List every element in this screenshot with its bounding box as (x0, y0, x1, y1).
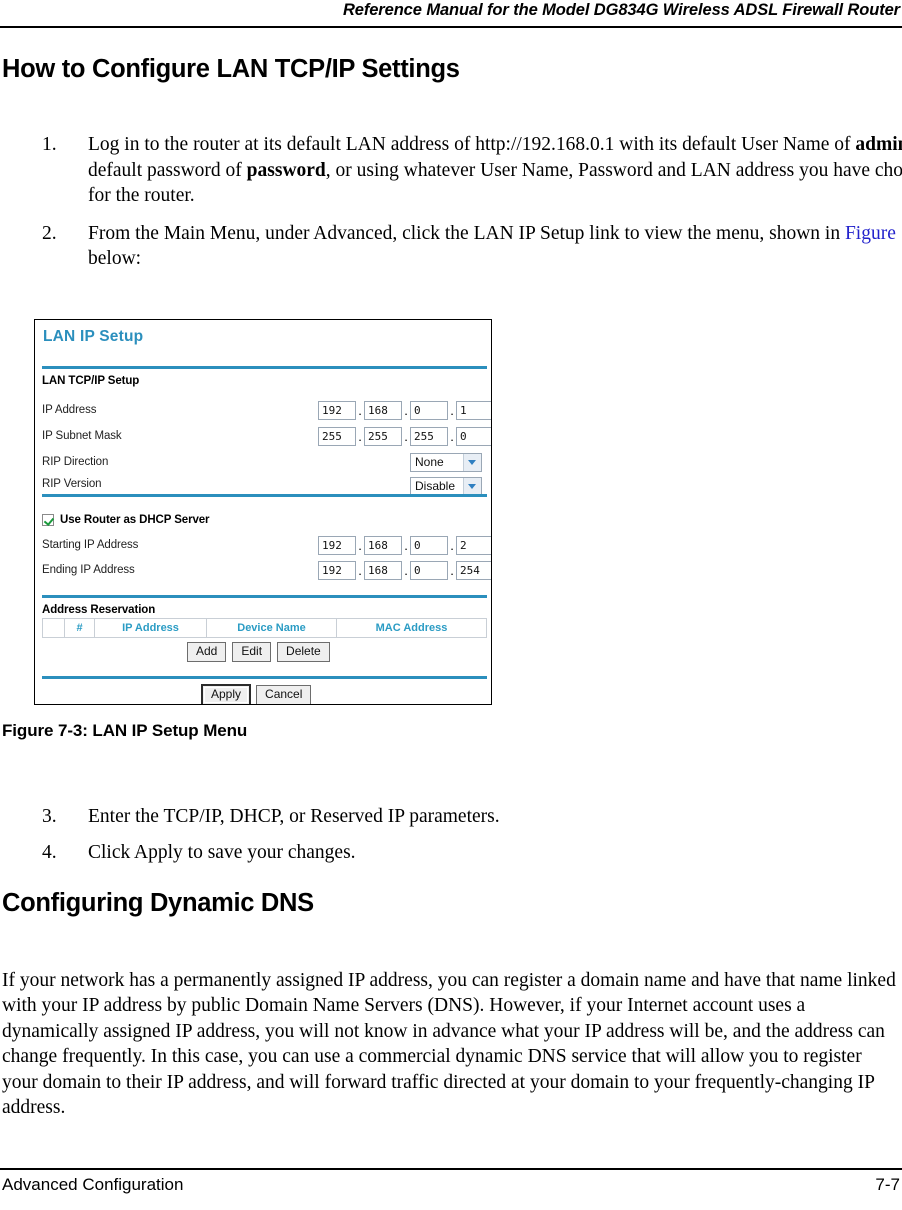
apply-button[interactable]: Apply (202, 685, 251, 704)
list-item: 4. Click Apply to save your changes. (40, 840, 902, 866)
footer-page-number: 7-7 (875, 1175, 900, 1194)
starting-ip-octet-4[interactable]: 2 (456, 535, 491, 555)
octet-dot: . (358, 537, 362, 553)
octet-dot: . (358, 402, 362, 418)
subnet-mask-octet-1[interactable]: 255 (318, 426, 356, 446)
label-ending-ip-address: Ending IP Address (42, 564, 135, 576)
octet-dot: . (404, 402, 408, 418)
label-ip-subnet-mask: IP Subnet Mask (42, 430, 122, 442)
octet-dot: . (450, 562, 454, 578)
header-divider (0, 26, 902, 28)
footer-divider (0, 1168, 902, 1170)
ip-address-octet-1[interactable]: 192 (318, 400, 356, 420)
figure-caption: Figure 7-3: LAN IP Setup Menu (2, 721, 248, 740)
label-rip-version: RIP Version (42, 478, 102, 490)
lan-ip-setup-screenshot: LAN IP Setup LAN TCP/IP Setup IP Address… (34, 319, 492, 705)
form-action-button-row: Apply Cancel (202, 685, 312, 704)
add-button[interactable]: Add (187, 642, 227, 662)
divider-dhcp-reservation (42, 595, 487, 598)
group-label-lan-tcpip: LAN TCP/IP Setup (42, 375, 140, 387)
label-starting-ip-address: Starting IP Address (42, 539, 139, 551)
delete-button[interactable]: Delete (277, 642, 330, 662)
paragraph-dynamic-dns: If your network has a permanently assign… (2, 969, 896, 1119)
list-item-marker: 2. (42, 222, 57, 244)
chevron-down-icon[interactable] (463, 454, 481, 471)
list-item-marker: 3. (42, 806, 57, 827)
dialog-title: LAN IP Setup (43, 328, 144, 345)
starting-ip-octet-3[interactable]: 0 (410, 535, 448, 555)
steps-list-after-figure: 3. Enter the TCP/IP, DHCP, or Reserved IP… (0, 804, 902, 875)
list-item-text: Enter the TCP/IP, DHCP, or Reserved IP p… (88, 806, 500, 827)
list-item-text: From the Main Menu, under Advanced, clic… (88, 222, 902, 270)
octet-dot: . (450, 402, 454, 418)
octet-dot: . (404, 537, 408, 553)
list-item-text: Log in to the router at its default LAN … (88, 134, 902, 206)
checkbox-checked-icon[interactable] (42, 514, 54, 526)
table-header-device-name: Device Name (207, 619, 337, 637)
ip-address-octet-4[interactable]: 1 (456, 400, 491, 420)
address-reservation-table: # IP Address Device Name MAC Address (42, 618, 487, 638)
octet-dot: . (358, 562, 362, 578)
running-header-title: Reference Manual for the Model DG834G Wi… (342, 1, 900, 19)
ip-address-octets[interactable]: 192 . 168 . 0 . 1 (318, 400, 491, 420)
subnet-mask-octet-3[interactable]: 255 (410, 426, 448, 446)
starting-ip-address-octets[interactable]: 192 . 168 . 0 . 2 (318, 535, 491, 555)
table-header-ip-address: IP Address (95, 619, 207, 637)
subnet-mask-octet-4[interactable]: 0 (456, 426, 491, 446)
subnet-mask-octet-2[interactable]: 255 (364, 426, 402, 446)
list-item: 1. Log in to the router at its default LA… (40, 132, 902, 209)
label-ip-address: IP Address (42, 404, 97, 416)
steps-list-before-figure: 1. Log in to the router at its default LA… (0, 132, 902, 284)
ip-subnet-mask-octets[interactable]: 255 . 255 . 255 . 0 (318, 426, 491, 446)
list-item-marker: 4. (42, 841, 57, 863)
ending-ip-octet-4[interactable]: 254 (456, 560, 491, 580)
label-rip-direction: RIP Direction (42, 456, 109, 468)
table-header-select (43, 619, 65, 637)
ending-ip-octet-2[interactable]: 168 (364, 560, 402, 580)
chevron-down-icon[interactable] (463, 478, 481, 495)
table-header-mac-address: MAC Address (375, 622, 448, 634)
use-router-as-dhcp-server-row[interactable]: Use Router as DHCP Server (42, 514, 210, 526)
rip-direction-value: None (415, 455, 444, 469)
list-item: 2. From the Main Menu, under Advanced, cl… (40, 221, 902, 272)
list-item: 3. Enter the TCP/IP, DHCP, or Reserved IP… (40, 804, 902, 830)
footer-chapter-name: Advanced Configuration (2, 1175, 184, 1194)
ending-ip-address-octets[interactable]: 192 . 168 . 0 . 254 (318, 560, 491, 580)
group-label-address-reservation: Address Reservation (42, 604, 156, 616)
cancel-button[interactable]: Cancel (256, 685, 312, 704)
ending-ip-octet-3[interactable]: 0 (410, 560, 448, 580)
ending-ip-octet-1[interactable]: 192 (318, 560, 356, 580)
octet-dot: . (450, 428, 454, 444)
ip-address-octet-2[interactable]: 168 (364, 400, 402, 420)
octet-dot: . (404, 562, 408, 578)
octet-dot: . (404, 428, 408, 444)
rip-direction-select[interactable]: None (410, 453, 482, 472)
page-title: How to Configure LAN TCP/IP Settings (2, 55, 460, 83)
list-item-marker: 1. (42, 134, 57, 155)
divider-tcpip-dhcp (42, 494, 487, 497)
page-footer: Advanced Configuration 7-7 (0, 1168, 902, 1210)
edit-button[interactable]: Edit (232, 642, 272, 662)
divider-bottom (42, 676, 487, 679)
starting-ip-octet-2[interactable]: 168 (364, 535, 402, 555)
rip-version-value: Disable (415, 479, 456, 493)
list-item-text: Click Apply to save your changes. (88, 841, 356, 863)
octet-dot: . (358, 428, 362, 444)
page-header: Reference Manual for the Model DG834G Wi… (0, 0, 902, 28)
divider-top (42, 366, 487, 369)
use-router-as-dhcp-server-label: Use Router as DHCP Server (60, 514, 210, 526)
table-header-number: # (65, 619, 95, 637)
starting-ip-octet-1[interactable]: 192 (318, 535, 356, 555)
octet-dot: . (450, 537, 454, 553)
section-heading-dynamic-dns: Configuring Dynamic DNS (2, 889, 314, 917)
reservation-button-row: Add Edit Delete (187, 642, 330, 662)
ip-address-octet-3[interactable]: 0 (410, 400, 448, 420)
